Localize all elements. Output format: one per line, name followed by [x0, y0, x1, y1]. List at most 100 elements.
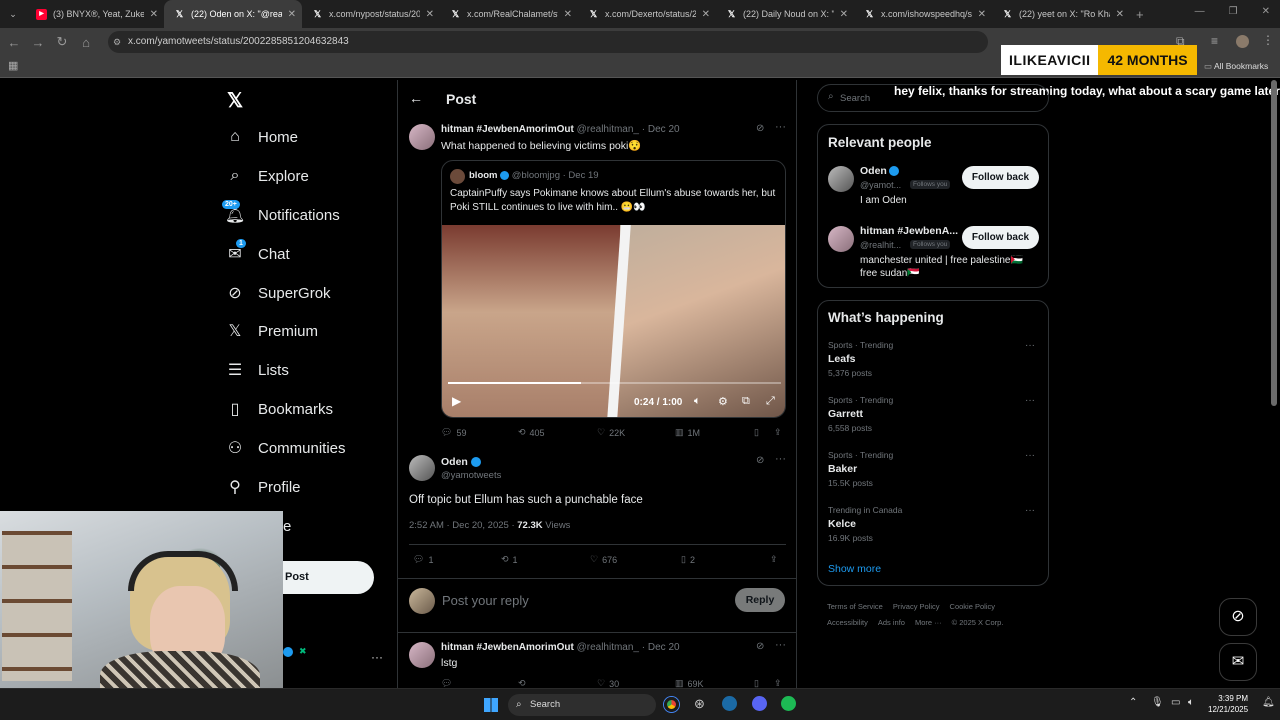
- nav-item-more-label[interactable]: e: [283, 518, 291, 535]
- tab-3[interactable]: 𝕏x.com/RealChalamet/statu✕: [440, 0, 578, 28]
- repost-action[interactable]: ⟲ 405: [518, 427, 545, 438]
- notification-bell-icon[interactable]: 🔔︎: [1262, 697, 1275, 708]
- tab-menu-button[interactable]: ⌄: [0, 9, 26, 20]
- close-window-button[interactable]: ✕: [1262, 6, 1270, 17]
- volume-icon[interactable]: 🔈︎: [694, 395, 701, 408]
- nav-item-chat[interactable]: ✉ Chat 1: [226, 239, 290, 263]
- site-info-icon[interactable]: ⚙: [113, 31, 121, 53]
- reply-action[interactable]: 💬︎ 59: [441, 427, 466, 438]
- steam-icon[interactable]: [722, 696, 737, 711]
- minimize-button[interactable]: —: [1195, 6, 1205, 17]
- volume-icon[interactable]: 🔈︎: [1188, 697, 1194, 708]
- reading-list-icon[interactable]: ≡: [1211, 34, 1218, 48]
- tab-6[interactable]: 𝕏x.com/ishowspeedhq/stat✕: [854, 0, 992, 28]
- trend-item[interactable]: Sports · Trending Garrett 6,558 posts ··…: [828, 395, 1040, 433]
- clock[interactable]: 3:39 PM 12/21/2025: [1208, 693, 1248, 715]
- more-options-icon[interactable]: ···: [775, 121, 786, 133]
- close-tab-icon[interactable]: ✕: [426, 9, 434, 20]
- footer-link[interactable]: © 2025 X Corp.: [952, 618, 1004, 627]
- more-options-icon[interactable]: ···: [1025, 450, 1035, 461]
- tab-7[interactable]: 𝕏(22) yeet on X: "Ro Khann✕: [992, 0, 1130, 28]
- fullscreen-icon[interactable]: ⤢: [766, 395, 775, 408]
- play-icon[interactable]: ▶: [452, 394, 461, 408]
- person-row[interactable]: hitman #JewbenA... @realhit... Follows y…: [828, 224, 1043, 280]
- nav-item-explore[interactable]: ⌕ Explore: [226, 167, 309, 185]
- trend-item[interactable]: Trending in Canada Kelce 16.9K posts ···: [828, 505, 1040, 543]
- avatar[interactable]: [828, 226, 854, 252]
- scrollbar[interactable]: [1271, 80, 1277, 406]
- grok-icon[interactable]: ⊘: [756, 455, 764, 466]
- windows-start-icon[interactable]: [484, 698, 498, 712]
- nav-item-notifications[interactable]: 🔔︎ Notifications 20+: [222, 200, 340, 224]
- author-name[interactable]: hitman #JewbenAmorimOut: [441, 124, 574, 135]
- footer-link[interactable]: Cookie Policy: [950, 602, 995, 611]
- repost-action[interactable]: ⟲ 1: [501, 554, 518, 565]
- follow-back-button[interactable]: Follow back: [962, 166, 1039, 189]
- author-handle[interactable]: @realhitman_: [577, 124, 639, 135]
- x-logo-icon[interactable]: 𝕏: [227, 88, 243, 113]
- tab-4[interactable]: 𝕏x.com/Dexerto/status/20 ✕: [578, 0, 716, 28]
- grok-float-button[interactable]: ⊘: [1219, 598, 1257, 636]
- close-tab-icon[interactable]: ✕: [840, 9, 848, 20]
- show-more-link[interactable]: Show more: [828, 563, 881, 575]
- tab-0[interactable]: ▶(3) BNYX®, Yeat, Zukenee✕: [26, 0, 164, 28]
- post-date[interactable]: · Dec 20: [642, 124, 680, 135]
- all-bookmarks-link[interactable]: ▭ All Bookmarks: [1204, 61, 1268, 72]
- footer-link[interactable]: Accessibility: [827, 618, 868, 627]
- close-tab-icon[interactable]: ✕: [288, 9, 296, 20]
- parent-post[interactable]: hitman #JewbenAmorimOut @realhitman_ · D…: [398, 120, 796, 450]
- reply-action[interactable]: 💬︎ 1: [413, 554, 433, 565]
- trend-item[interactable]: Sports · Trending Baker 15.5K posts ···: [828, 450, 1040, 488]
- taskbar-search[interactable]: ⌕ Search: [508, 694, 656, 716]
- more-options-icon[interactable]: ···: [1025, 395, 1035, 406]
- share-action[interactable]: ⇪: [770, 554, 778, 565]
- nav-item-supergrok[interactable]: ⊘ SuperGrok: [226, 284, 330, 303]
- more-options-icon[interactable]: ···: [775, 453, 786, 465]
- video-progress-track[interactable]: [448, 382, 781, 384]
- tab-1[interactable]: 𝕏(22) Oden on X: "@realhi✕: [164, 0, 302, 28]
- close-tab-icon[interactable]: ✕: [150, 9, 158, 20]
- nav-item-lists[interactable]: ☰ Lists: [226, 361, 289, 380]
- person-name[interactable]: hitman #JewbenA...: [860, 225, 958, 237]
- tab-5[interactable]: 𝕏(22) Daily Noud on X: "Je✕: [716, 0, 854, 28]
- views-action[interactable]: ▥ 1M: [675, 427, 700, 438]
- avatar[interactable]: [409, 455, 435, 481]
- more-options-icon[interactable]: ···: [1025, 340, 1035, 351]
- maximize-button[interactable]: ❐: [1229, 6, 1238, 17]
- settings-icon[interactable]: ⚙: [718, 395, 728, 408]
- footer-link[interactable]: More ···: [915, 618, 942, 627]
- close-tab-icon[interactable]: ✕: [702, 9, 710, 20]
- nav-item-bookmarks[interactable]: ▯ Bookmarks: [226, 400, 333, 419]
- nav-item-profile[interactable]: ⚲ Profile: [226, 478, 300, 497]
- avatar[interactable]: [409, 642, 435, 668]
- pip-icon[interactable]: ⧉: [742, 395, 750, 408]
- messages-float-button[interactable]: ✉: [1219, 643, 1257, 681]
- video-player[interactable]: ▶ 0:24 / 1:00 🔈︎ ⚙ ⧉ ⤢: [442, 225, 785, 417]
- mic-icon[interactable]: 🎙︎: [1151, 697, 1164, 708]
- nav-item-premium[interactable]: 𝕏 Premium: [226, 322, 318, 341]
- more-options-icon[interactable]: ···: [1025, 505, 1035, 516]
- close-tab-icon[interactable]: ✕: [1116, 9, 1124, 20]
- quoted-post[interactable]: bloom @bloomjpg · Dec 19 CaptainPuffy sa…: [441, 160, 786, 418]
- tab-2[interactable]: 𝕏x.com/nypost/status/200 ✕: [302, 0, 440, 28]
- avatar[interactable]: [409, 124, 435, 150]
- like-action[interactable]: ♡ 22K: [597, 427, 625, 438]
- footer-link[interactable]: Privacy Policy: [893, 602, 940, 611]
- url-bar[interactable]: ⚙ x.com/yamotweets/status/20022858512046…: [108, 31, 988, 53]
- like-action[interactable]: ♡ 676: [590, 554, 617, 565]
- reload-icon[interactable]: ↻: [50, 34, 74, 50]
- nav-item-communities[interactable]: ⚇ Communities: [226, 439, 346, 458]
- search-input[interactable]: ⌕ Search: [817, 84, 1049, 112]
- tray-chevron-icon[interactable]: ⌃: [1129, 697, 1137, 708]
- forward-icon[interactable]: →: [26, 35, 50, 50]
- back-icon[interactable]: ←: [2, 35, 26, 50]
- grok-icon[interactable]: ⊘: [756, 641, 764, 652]
- close-tab-icon[interactable]: ✕: [564, 9, 572, 20]
- post-button[interactable]: Post: [283, 561, 374, 594]
- more-options-icon[interactable]: ···: [775, 639, 786, 651]
- discord-icon[interactable]: [752, 696, 767, 711]
- back-arrow-icon[interactable]: ←: [409, 90, 423, 106]
- network-icon[interactable]: ▭: [1171, 697, 1180, 708]
- account-more-icon[interactable]: ···: [371, 650, 383, 664]
- footer-link[interactable]: Terms of Service: [827, 602, 883, 611]
